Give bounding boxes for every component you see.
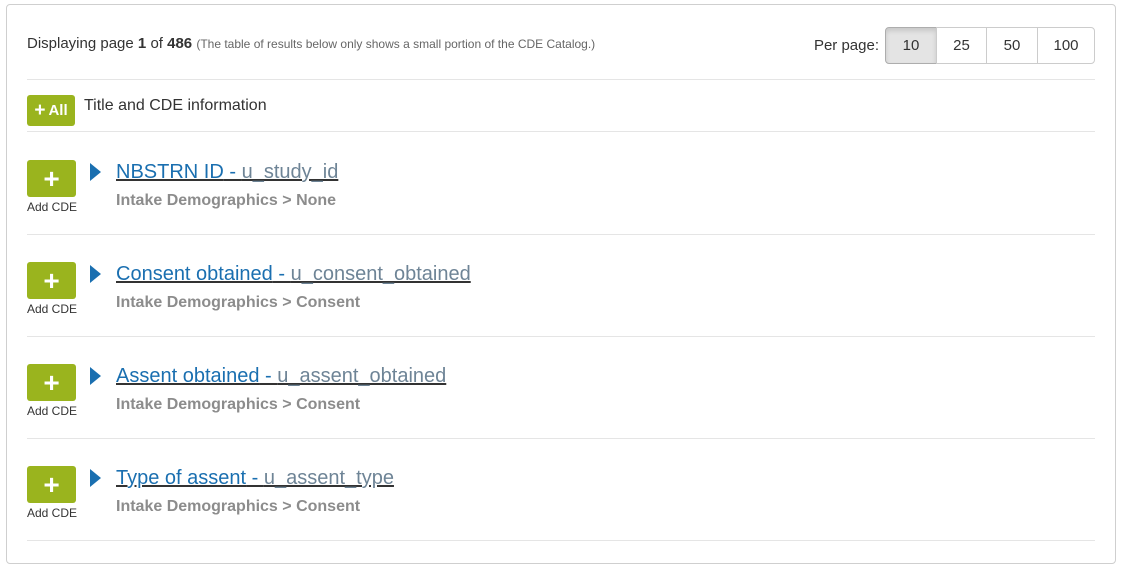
catalog-note: (The table of results below only shows a… <box>196 37 596 51</box>
column-header-title: Title and CDE information <box>84 97 267 114</box>
cde-variable: u_study_id <box>241 161 339 183</box>
cde-category-path: Intake Demographics > None <box>116 192 337 209</box>
per-page-control: Per page: 10 25 50 100 <box>814 27 1095 64</box>
add-cde-button[interactable]: + <box>27 466 76 503</box>
cde-separator: - <box>246 467 264 489</box>
plus-icon: + <box>43 162 60 194</box>
caret-right-icon[interactable] <box>90 265 101 283</box>
caret-right-icon[interactable] <box>90 163 101 181</box>
divider <box>27 131 1095 132</box>
cde-separator: - <box>223 161 242 183</box>
per-page-100-button[interactable]: 100 <box>1037 27 1095 64</box>
cde-variable: u_consent_obtained <box>290 263 471 285</box>
table-row: + Add CDE NBSTRN ID - u_study_id Intake … <box>27 133 1095 235</box>
cde-separator: - <box>272 263 291 285</box>
cde-name: Assent obtained <box>116 365 260 387</box>
cde-name: Consent obtained <box>116 263 273 285</box>
add-cde-label: Add CDE <box>27 200 78 214</box>
add-cde-label: Add CDE <box>27 404 78 418</box>
add-cde-button[interactable]: + <box>27 160 76 197</box>
cde-variable: u_assent_type <box>263 467 394 489</box>
add-cde-button[interactable]: + <box>27 262 76 299</box>
per-page-label: Per page: <box>813 37 879 54</box>
add-cde-button[interactable]: + <box>27 364 76 401</box>
current-page: 1 <box>137 35 147 52</box>
cde-variable: u_assent_obtained <box>277 365 447 387</box>
divider <box>27 540 1095 541</box>
add-cde-label: Add CDE <box>27 302 78 316</box>
caret-right-icon[interactable] <box>90 469 101 487</box>
plus-icon: + <box>34 100 46 121</box>
results-panel: Displaying page 1 of 486 (The table of r… <box>6 4 1116 564</box>
per-page-10-button[interactable]: 10 <box>885 27 937 64</box>
per-page-button-group: 10 25 50 100 <box>885 27 1095 64</box>
cde-category-path: Intake Demographics > Consent <box>116 498 361 515</box>
results-toolbar: Displaying page 1 of 486 (The table of r… <box>27 27 1095 67</box>
add-all-label: All <box>48 102 68 119</box>
add-all-button[interactable]: + All <box>27 95 75 126</box>
cde-category-path: Intake Demographics > Consent <box>116 396 361 413</box>
caret-right-icon[interactable] <box>90 367 101 385</box>
per-page-50-button[interactable]: 50 <box>986 27 1038 64</box>
table-row: + Add CDE Consent obtained - u_consent_o… <box>27 235 1095 337</box>
cde-name: Type of assent <box>116 467 247 489</box>
pagination-summary: Displaying page 1 of 486 (The table of r… <box>27 35 595 52</box>
cde-name: NBSTRN ID <box>116 161 224 183</box>
total-pages: 486 <box>167 35 193 52</box>
add-cde-label: Add CDE <box>27 506 78 520</box>
table-row: + Add CDE Type of assent - u_assent_type… <box>27 439 1095 541</box>
cde-category-path: Intake Demographics > Consent <box>116 294 361 311</box>
display-prefix: Displaying page <box>27 35 134 52</box>
plus-icon: + <box>43 366 60 398</box>
per-page-25-button[interactable]: 25 <box>936 27 987 64</box>
of-label: of <box>150 35 163 52</box>
cde-title-link[interactable]: NBSTRN ID - u_study_id <box>116 161 338 184</box>
cde-title-link[interactable]: Assent obtained - u_assent_obtained <box>116 365 446 388</box>
plus-icon: + <box>43 264 60 296</box>
cde-title-link[interactable]: Type of assent - u_assent_type <box>116 467 394 490</box>
cde-separator: - <box>259 365 278 387</box>
divider <box>27 79 1095 80</box>
table-header: + All Title and CDE information <box>27 93 1095 127</box>
cde-title-link[interactable]: Consent obtained - u_consent_obtained <box>116 263 471 286</box>
plus-icon: + <box>43 468 60 500</box>
table-row: + Add CDE Assent obtained - u_assent_obt… <box>27 337 1095 439</box>
